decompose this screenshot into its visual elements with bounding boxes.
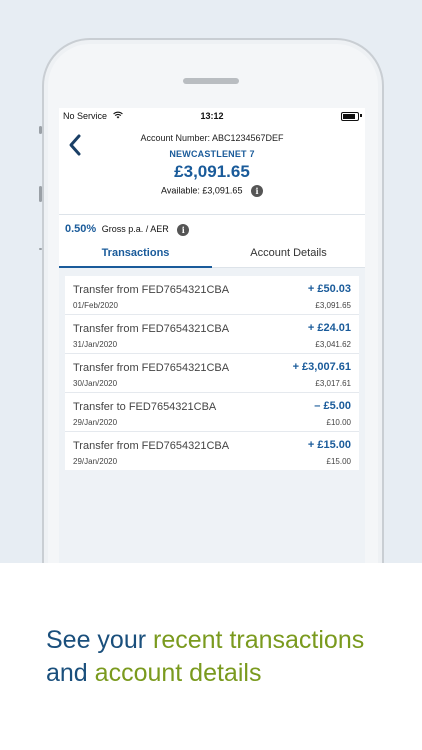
account-name: NEWCASTLENET 7 (169, 149, 255, 159)
transaction-date: 31/Jan/2020 (73, 340, 118, 349)
phone-speaker (183, 78, 239, 84)
transaction-amount: + £24.01 (307, 322, 351, 334)
account-number: Account Number: ABC1234567DEF (59, 133, 365, 143)
transaction-balance: £3,017.61 (315, 379, 351, 388)
mute-switch (39, 126, 42, 134)
battery-tip (360, 114, 362, 117)
account-number-value: ABC1234567DEF (212, 133, 284, 143)
transaction-balance: £15.00 (326, 457, 351, 466)
transaction-date: 01/Feb/2020 (73, 301, 118, 310)
promo-background: No Service 13:12 Account Number: ABC1234… (0, 0, 422, 563)
caption-text-2: and (46, 659, 95, 687)
transaction-amount: – £5.00 (314, 400, 351, 412)
available-value: £3,091.65 (202, 185, 243, 196)
phone-frame: No Service 13:12 Account Number: ABC1234… (39, 38, 384, 563)
transaction-balance: £3,091.65 (315, 301, 351, 310)
transaction-row[interactable]: Transfer from FED7654321CBA 01/Feb/2020 … (65, 276, 359, 315)
tab-account-details[interactable]: Account Details (212, 238, 365, 268)
account-balance: £3,091.65 (174, 162, 250, 181)
status-bar: No Service 13:12 (59, 108, 365, 124)
transaction-description: Transfer from FED7654321CBA (73, 440, 230, 452)
header-divider (59, 214, 365, 215)
rate-text: Gross p.a. / AER (101, 224, 169, 234)
transaction-description: Transfer from FED7654321CBA (73, 362, 230, 374)
transaction-balance: £3,041.62 (315, 340, 351, 349)
volume-down-button (39, 248, 42, 250)
available-label: Available: (161, 185, 200, 196)
transactions-list: Transfer from FED7654321CBA 01/Feb/2020 … (65, 276, 359, 470)
tab-transactions[interactable]: Transactions (59, 238, 212, 268)
transaction-amount: + £15.00 (307, 439, 351, 451)
account-number-label: Account Number: (140, 133, 210, 143)
volume-up-button (39, 186, 42, 202)
interest-rate: 0.50% Gross p.a. / AER i (65, 223, 190, 236)
rate-percent: 0.50% (65, 223, 97, 235)
transaction-balance: £10.00 (326, 418, 351, 427)
available-balance: Available: £3,091.65 i (59, 185, 365, 197)
transaction-row[interactable]: Transfer from FED7654321CBA 30/Jan/2020 … (65, 354, 359, 393)
caption-text-1: See your (46, 626, 154, 654)
transaction-description: Transfer from FED7654321CBA (73, 284, 230, 296)
rate-info-icon[interactable]: i (177, 223, 190, 236)
transaction-date: 29/Jan/2020 (73, 418, 118, 427)
transaction-row[interactable]: Transfer to FED7654321CBA 29/Jan/2020 – … (65, 393, 359, 432)
transaction-description: Transfer to FED7654321CBA (73, 401, 217, 413)
promo-caption: See your recent transactions and account… (46, 624, 406, 690)
transaction-amount: + £3,007.61 (292, 361, 351, 373)
caption-highlight-1: recent transactions (153, 626, 365, 654)
transaction-date: 30/Jan/2020 (73, 379, 118, 388)
transaction-description: Transfer from FED7654321CBA (73, 323, 230, 335)
transaction-row[interactable]: Transfer from FED7654321CBA 31/Jan/2020 … (65, 315, 359, 354)
transaction-row[interactable]: Transfer from FED7654321CBA 29/Jan/2020 … (65, 432, 359, 470)
status-time: 13:12 (200, 111, 224, 121)
available-info-icon[interactable]: i (250, 185, 263, 197)
account-header: Account Number: ABC1234567DEF NEWCASTLEN… (59, 124, 365, 214)
transaction-amount: + £50.03 (307, 283, 351, 295)
app-screen: No Service 13:12 Account Number: ABC1234… (59, 108, 365, 563)
tab-bar: Transactions Account Details (59, 238, 365, 268)
caption-highlight-2: account details (94, 659, 262, 687)
battery-icon (341, 112, 359, 121)
transaction-date: 29/Jan/2020 (73, 457, 118, 466)
